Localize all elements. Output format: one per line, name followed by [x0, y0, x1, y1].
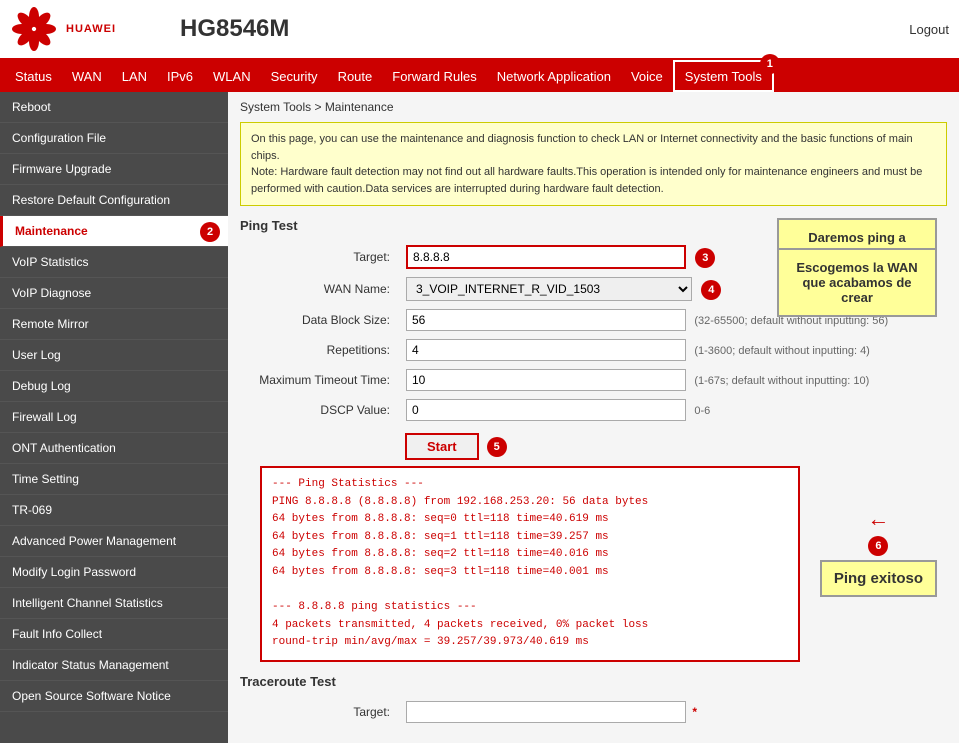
- sidebar-item-tr069[interactable]: TR-069: [0, 495, 228, 526]
- sidebar-item-firewall-log[interactable]: Firewall Log: [0, 402, 228, 433]
- header: HUAWEI HG8546M Logout: [0, 0, 959, 60]
- sidebar-item-voip-stats[interactable]: VoIP Statistics: [0, 247, 228, 278]
- logout-area[interactable]: Logout: [909, 22, 949, 37]
- sidebar-item-user-log[interactable]: User Log: [0, 340, 228, 371]
- sidebar-item-ont-auth[interactable]: ONT Authentication: [0, 433, 228, 464]
- traceroute-target-input[interactable]: [406, 701, 686, 723]
- repetitions-label: Repetitions:: [240, 335, 400, 365]
- repetitions-hint: (1-3600; default without inputting: 4): [694, 345, 870, 357]
- sidebar-item-indicator-status[interactable]: Indicator Status Management: [0, 650, 228, 681]
- main-layout: Reboot Configuration File Firmware Upgra…: [0, 92, 959, 743]
- callout-wan: Escogemos la WAN que acabamos de crear: [777, 248, 937, 317]
- sidebar-item-debug-log[interactable]: Debug Log: [0, 371, 228, 402]
- nav-bar: Status WAN LAN IPv6 WLAN Security Route …: [0, 60, 959, 92]
- sidebar-item-channel-stats[interactable]: Intelligent Channel Statistics: [0, 588, 228, 619]
- nav-badge: 1: [760, 54, 780, 74]
- content-area: System Tools > Maintenance On this page,…: [228, 92, 959, 743]
- nav-system-tools[interactable]: System Tools 1: [673, 60, 774, 92]
- brand-label: HUAWEI: [66, 23, 116, 35]
- sidebar-item-time-setting[interactable]: Time Setting: [0, 464, 228, 495]
- nav-security[interactable]: Security: [261, 60, 328, 92]
- start-button[interactable]: Start: [405, 433, 479, 460]
- logo-area: HUAWEI: [10, 5, 170, 53]
- sidebar-badge: 2: [200, 222, 220, 242]
- nav-status[interactable]: Status: [5, 60, 62, 92]
- target-badge: 3: [695, 248, 715, 268]
- dscp-hint: 0-6: [694, 405, 710, 417]
- nav-route[interactable]: Route: [328, 60, 383, 92]
- traceroute-section: Traceroute Test Target: *: [240, 674, 947, 727]
- wan-name-row: WAN Name: 3_VOIP_INTERNET_R_VID_1503 4 E…: [240, 273, 947, 305]
- wan-badge: 4: [701, 280, 721, 300]
- nav-ipv6[interactable]: IPv6: [157, 60, 203, 92]
- traceroute-required-mark: *: [692, 705, 697, 719]
- sidebar-item-voip-diagnose[interactable]: VoIP Diagnose: [0, 278, 228, 309]
- data-block-label: Data Block Size:: [240, 305, 400, 335]
- info-line2: Note: Hardware fault detection may not f…: [251, 166, 922, 195]
- start-button-row: Start 5: [405, 433, 947, 460]
- nav-wlan[interactable]: WLAN: [203, 60, 261, 92]
- wan-name-select[interactable]: 3_VOIP_INTERNET_R_VID_1503: [406, 277, 692, 301]
- traceroute-form-table: Target: *: [240, 697, 947, 727]
- info-box: On this page, you can use the maintenanc…: [240, 122, 947, 206]
- traceroute-target-label: Target:: [240, 697, 400, 727]
- sidebar-item-login-password[interactable]: Modify Login Password: [0, 557, 228, 588]
- sidebar-item-firmware[interactable]: Firmware Upgrade: [0, 154, 228, 185]
- ping-success-arrow: ←: [867, 506, 889, 532]
- data-block-input[interactable]: [406, 309, 686, 331]
- nav-wan[interactable]: WAN: [62, 60, 112, 92]
- target-input[interactable]: [406, 245, 686, 269]
- dscp-label: DSCP Value:: [240, 395, 400, 425]
- sidebar-item-maintenance[interactable]: Maintenance 2: [0, 216, 228, 247]
- max-timeout-hint: (1-67s; default without inputting: 10): [694, 375, 869, 387]
- start-badge: 5: [487, 437, 507, 457]
- output-badge: 6: [868, 536, 888, 556]
- sidebar-item-remote-mirror[interactable]: Remote Mirror: [0, 309, 228, 340]
- info-line1: On this page, you can use the maintenanc…: [251, 133, 913, 162]
- logout-button[interactable]: Logout: [909, 22, 949, 37]
- max-timeout-input[interactable]: [406, 369, 686, 391]
- sidebar: Reboot Configuration File Firmware Upgra…: [0, 92, 228, 743]
- sidebar-item-power-mgmt[interactable]: Advanced Power Management: [0, 526, 228, 557]
- ping-test-section: Ping Test Target: 3 Daremos ping a 8.8.8…: [240, 218, 947, 662]
- huawei-logo: [10, 5, 58, 53]
- nav-voice[interactable]: Voice: [621, 60, 673, 92]
- traceroute-target-row: Target: *: [240, 697, 947, 727]
- dscp-row: DSCP Value: 0-6: [240, 395, 947, 425]
- nav-lan[interactable]: LAN: [112, 60, 157, 92]
- breadcrumb: System Tools > Maintenance: [240, 100, 947, 114]
- ping-form-table: Target: 3 Daremos ping a 8.8.8.8 WAN Nam…: [240, 241, 947, 425]
- repetitions-input[interactable]: [406, 339, 686, 361]
- nav-forward-rules[interactable]: Forward Rules: [382, 60, 487, 92]
- traceroute-title: Traceroute Test: [240, 674, 947, 689]
- max-timeout-label: Maximum Timeout Time:: [240, 365, 400, 395]
- sidebar-item-reboot[interactable]: Reboot: [0, 92, 228, 123]
- sidebar-item-config-file[interactable]: Configuration File: [0, 123, 228, 154]
- max-timeout-row: Maximum Timeout Time: (1-67s; default wi…: [240, 365, 947, 395]
- ping-output: --- Ping Statistics --- PING 8.8.8.8 (8.…: [260, 466, 800, 662]
- nav-network-application[interactable]: Network Application: [487, 60, 621, 92]
- repetitions-row: Repetitions: (1-3600; default without in…: [240, 335, 947, 365]
- sidebar-item-restore[interactable]: Restore Default Configuration: [0, 185, 228, 216]
- device-name: HG8546M: [180, 15, 289, 43]
- callout-ping-success: Ping exitoso: [820, 560, 937, 597]
- sidebar-item-fault-info[interactable]: Fault Info Collect: [0, 619, 228, 650]
- dscp-input[interactable]: [406, 399, 686, 421]
- wan-name-label: WAN Name:: [240, 273, 400, 305]
- target-label: Target:: [240, 241, 400, 273]
- sidebar-item-open-source[interactable]: Open Source Software Notice: [0, 681, 228, 712]
- ping-output-row: --- Ping Statistics --- PING 8.8.8.8 (8.…: [250, 466, 937, 662]
